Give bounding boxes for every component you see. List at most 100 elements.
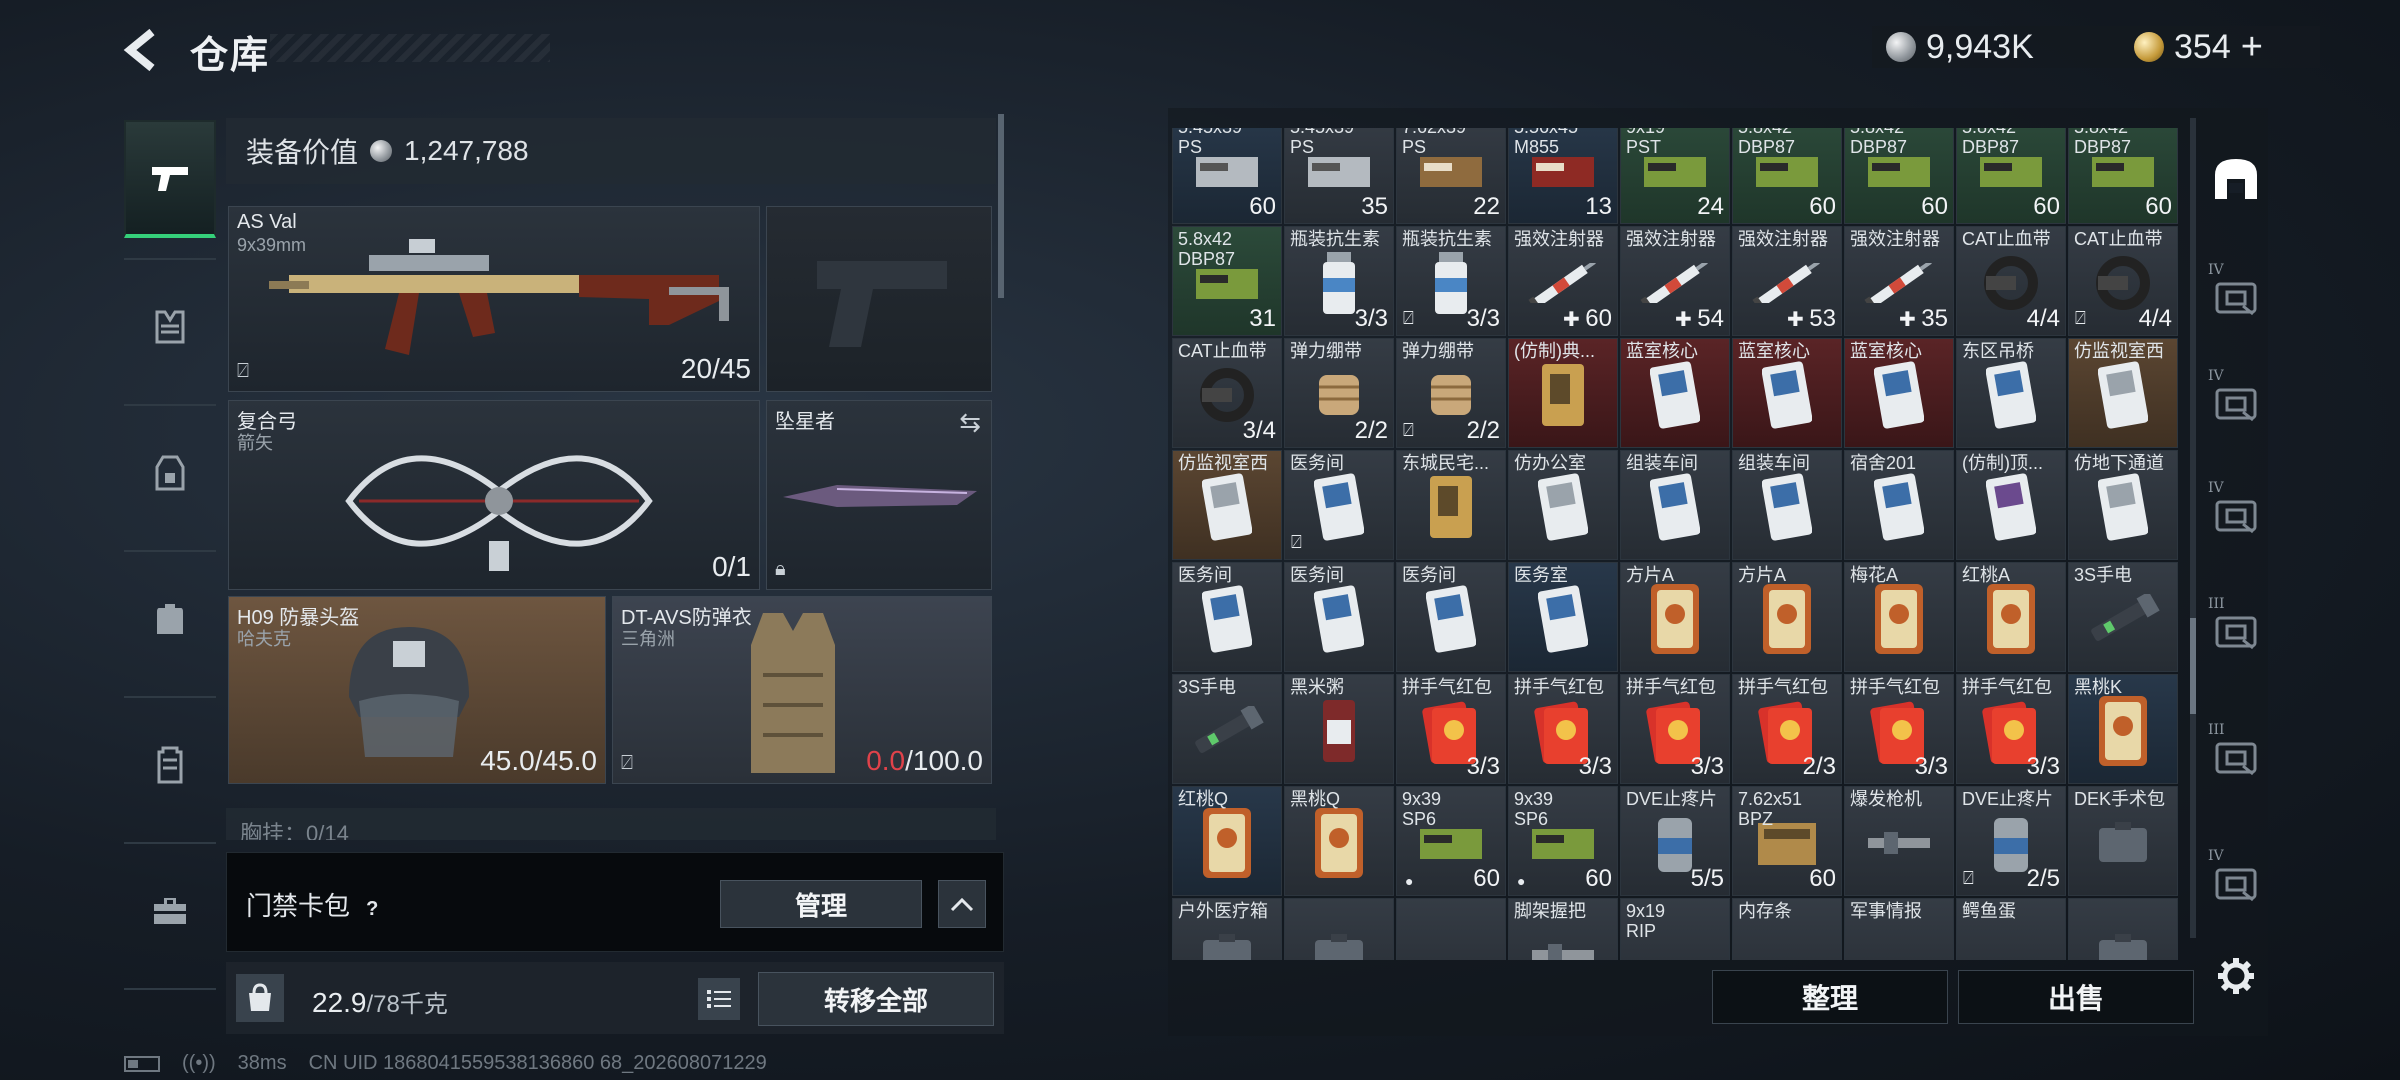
armor-slot[interactable]: DT-AVS防弹衣 三角洲 ⍁ 0.0/100.0 bbox=[612, 596, 992, 784]
list-view-button[interactable] bbox=[698, 978, 740, 1020]
storage-item[interactable]: 瓶装抗生素 3/3 bbox=[1284, 226, 1394, 336]
storage-item[interactable]: 9x39 SP6 60 ● bbox=[1396, 786, 1506, 896]
storage-item[interactable]: 医务间 ⍁ bbox=[1284, 450, 1394, 560]
storage-item[interactable]: 拼手气红包 3/3 bbox=[1620, 674, 1730, 784]
equipment-scrollbar[interactable] bbox=[998, 114, 1004, 298]
storage-item[interactable]: 拼手气红包 3/3 bbox=[1844, 674, 1954, 784]
storage-item[interactable] bbox=[1284, 898, 1394, 960]
storage-item[interactable]: CAT止血带 4/4 ⍁ bbox=[2068, 226, 2178, 336]
storage-item[interactable]: 医务间 bbox=[1172, 562, 1282, 672]
storage-item[interactable]: 爆发枪机 bbox=[1844, 786, 1954, 896]
storage-item[interactable]: 仿监视室西 bbox=[2068, 338, 2178, 448]
storage-item[interactable]: 弹力绷带 2/2 bbox=[1284, 338, 1394, 448]
add-currency-button[interactable]: + bbox=[2241, 26, 2263, 69]
transfer-all-button[interactable]: 转移全部 bbox=[758, 972, 994, 1026]
storage-scrollbar[interactable] bbox=[2190, 118, 2196, 938]
helmet-slot[interactable]: H09 防暴头盔 哈夫克 45.0/45.0 bbox=[228, 596, 606, 784]
settings-button[interactable] bbox=[2210, 950, 2262, 1002]
storage-item[interactable]: 军事情报 bbox=[1844, 898, 1954, 960]
manage-button[interactable]: 管理 bbox=[720, 880, 922, 928]
storage-item[interactable]: 户外医疗箱 bbox=[1172, 898, 1282, 960]
storage-item[interactable]: (仿制)顶... bbox=[1956, 450, 2066, 560]
storage-scrollbar-thumb[interactable] bbox=[2190, 618, 2196, 714]
storage-tab[interactable]: IV bbox=[2200, 256, 2272, 336]
storage-item[interactable]: 9x19 RIP bbox=[1620, 898, 1730, 960]
storage-item[interactable]: 鳄鱼蛋 bbox=[1956, 898, 2066, 960]
storage-item[interactable]: 5.45x39 PS 60 bbox=[1172, 128, 1282, 224]
storage-item[interactable]: 黑桃K bbox=[2068, 674, 2178, 784]
storage-item[interactable]: 瓶装抗生素 3/3 ⍁ bbox=[1396, 226, 1506, 336]
storage-item[interactable]: 5.8x42 DBP87 31 bbox=[1172, 226, 1282, 336]
storage-item[interactable]: 蓝室核心 bbox=[1620, 338, 1730, 448]
collapse-button[interactable] bbox=[938, 880, 986, 928]
storage-item[interactable]: 组装车间 bbox=[1732, 450, 1842, 560]
storage-item[interactable]: 仿地下通道 bbox=[2068, 450, 2178, 560]
storage-item[interactable]: CAT止血带 3/4 bbox=[1172, 338, 1282, 448]
storage-item[interactable]: 内存条 bbox=[1732, 898, 1842, 960]
storage-item[interactable]: DEK手术包 bbox=[2068, 786, 2178, 896]
storage-item[interactable]: 5.8x42 DBP87 60 bbox=[1956, 128, 2066, 224]
storage-item[interactable]: 医务间 bbox=[1284, 562, 1394, 672]
storage-item[interactable]: 方片A bbox=[1620, 562, 1730, 672]
storage-item[interactable]: 医务室 bbox=[1508, 562, 1618, 672]
storage-item[interactable]: 5.8x42 DBP87 60 bbox=[1844, 128, 1954, 224]
storage-item[interactable]: 方片A bbox=[1732, 562, 1842, 672]
storage-item[interactable] bbox=[2068, 898, 2178, 960]
storage-item[interactable]: DVE止疼片 5/5 bbox=[1620, 786, 1730, 896]
storage-item[interactable]: 东城民宅... bbox=[1396, 450, 1506, 560]
storage-item[interactable]: 拼手气红包 3/3 bbox=[1396, 674, 1506, 784]
storage-item[interactable]: 拼手气红包 3/3 bbox=[1508, 674, 1618, 784]
storage-item[interactable]: 东区吊桥 bbox=[1956, 338, 2066, 448]
storage-item[interactable]: 拼手气红包 3/3 bbox=[1956, 674, 2066, 784]
nav-armor[interactable] bbox=[124, 268, 216, 386]
storage-tab[interactable] bbox=[2200, 138, 2272, 218]
storage-item[interactable]: 3S手电 bbox=[1172, 674, 1282, 784]
storage-item[interactable]: 黑桃Q bbox=[1284, 786, 1394, 896]
storage-item[interactable]: 7.62x39 PS 22 bbox=[1396, 128, 1506, 224]
storage-item[interactable]: 红桃A bbox=[1956, 562, 2066, 672]
storage-item[interactable]: 脚架握把 bbox=[1508, 898, 1618, 960]
storage-item[interactable]: 弹力绷带 2/2 ⍁ bbox=[1396, 338, 1506, 448]
storage-item[interactable]: 梅花A bbox=[1844, 562, 1954, 672]
storage-item[interactable]: 拼手气红包 2/3 bbox=[1732, 674, 1842, 784]
storage-item[interactable]: 5.45x39 PS 35 bbox=[1284, 128, 1394, 224]
melee-slot[interactable]: 坠星者 ⇆ 🔒︎ bbox=[766, 400, 992, 590]
storage-item[interactable]: 仿办公室 bbox=[1508, 450, 1618, 560]
chest-rig-row[interactable]: 胸挂：0/14 bbox=[226, 808, 996, 840]
storage-item[interactable]: 9x39 SP6 60 ● bbox=[1508, 786, 1618, 896]
sort-button[interactable]: 整理 bbox=[1712, 970, 1948, 1024]
primary-weapon-slot[interactable]: AS Val 9x39mm ⍁ 20/45 bbox=[228, 206, 760, 392]
sell-button[interactable]: 出售 bbox=[1958, 970, 2194, 1024]
storage-tab[interactable]: IV bbox=[2200, 842, 2272, 922]
storage-item[interactable]: 强效注射器 ✚ 35 bbox=[1844, 226, 1954, 336]
nav-chest-rig[interactable] bbox=[124, 414, 216, 532]
storage-item[interactable]: 黑米粥 bbox=[1284, 674, 1394, 784]
storage-item[interactable] bbox=[1396, 898, 1506, 960]
storage-item[interactable]: DVE止疼片 2/5 ⍁ bbox=[1956, 786, 2066, 896]
storage-tab[interactable]: IV bbox=[2200, 362, 2272, 442]
storage-item[interactable]: 红桃Q bbox=[1172, 786, 1282, 896]
storage-item[interactable]: 组装车间 bbox=[1620, 450, 1730, 560]
nav-toolbox[interactable] bbox=[124, 852, 216, 970]
storage-tab[interactable]: III bbox=[2200, 590, 2272, 670]
storage-item[interactable]: 9x19 PST 24 bbox=[1620, 128, 1730, 224]
storage-item[interactable]: 3S手电 bbox=[2068, 562, 2178, 672]
storage-item[interactable]: 强效注射器 ✚ 53 bbox=[1732, 226, 1842, 336]
storage-item[interactable]: 医务间 bbox=[1396, 562, 1506, 672]
storage-tab[interactable]: IV bbox=[2200, 474, 2272, 554]
back-button[interactable] bbox=[118, 22, 162, 78]
storage-item[interactable]: 宿舍201 bbox=[1844, 450, 1954, 560]
storage-item[interactable]: CAT止血带 4/4 bbox=[1956, 226, 2066, 336]
nav-weapons[interactable] bbox=[124, 120, 216, 238]
storage-item[interactable]: 仿监视室西 bbox=[1172, 450, 1282, 560]
storage-tab[interactable]: III bbox=[2200, 716, 2272, 796]
storage-item[interactable]: 蓝室核心 bbox=[1732, 338, 1842, 448]
storage-item[interactable]: 5.56x45 M855 13 bbox=[1508, 128, 1618, 224]
bow-slot[interactable]: 复合弓 箭矢 0/1 bbox=[228, 400, 760, 590]
swap-icon[interactable]: ⇆ bbox=[959, 407, 981, 438]
help-icon[interactable]: ? bbox=[357, 895, 387, 925]
storage-item[interactable]: (仿制)典... bbox=[1508, 338, 1618, 448]
gold-currency[interactable]: 354 + bbox=[2120, 26, 2320, 68]
nav-pouch[interactable] bbox=[124, 706, 216, 824]
storage-item[interactable]: 5.8x42 DBP87 60 bbox=[2068, 128, 2178, 224]
